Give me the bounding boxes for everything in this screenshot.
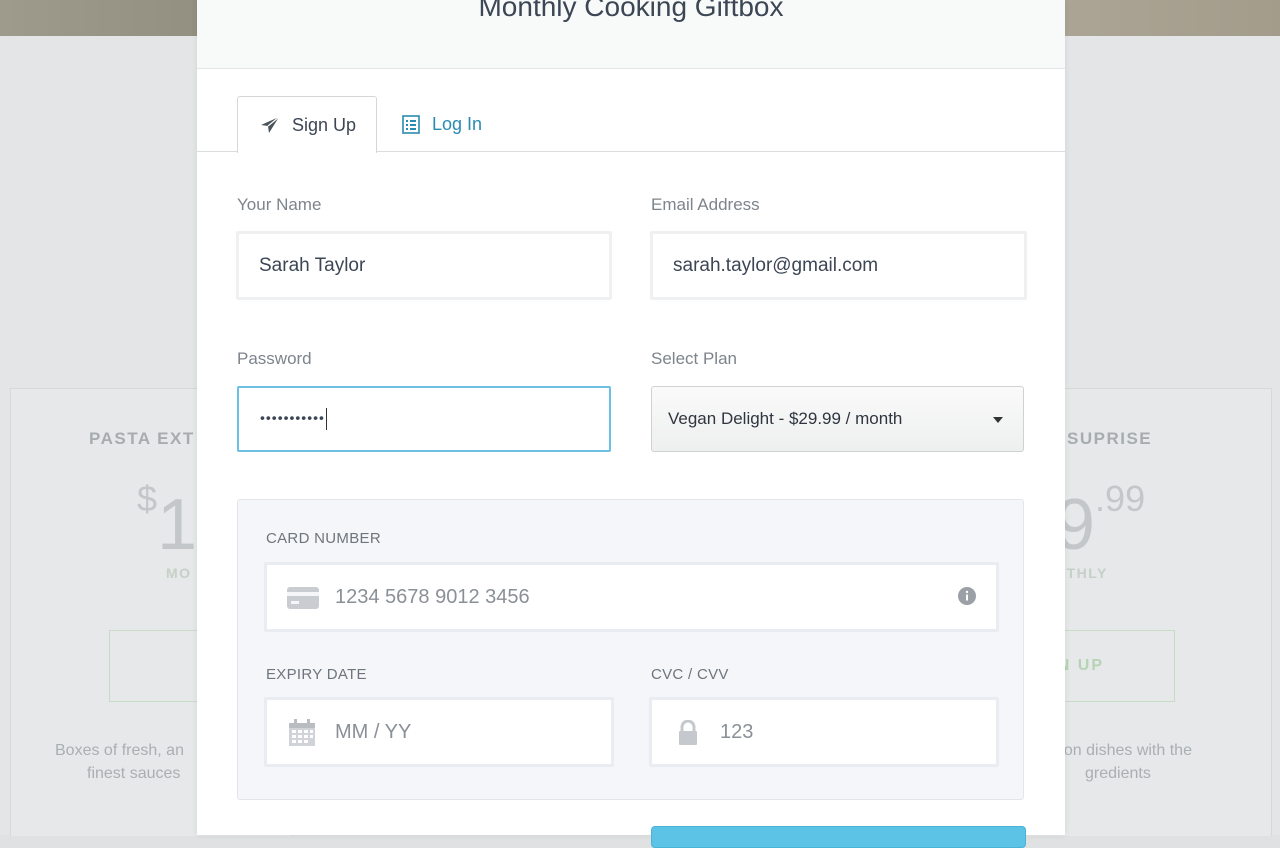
signup-modal: Monthly Cooking Giftbox Sign Up Log In Y…	[197, 0, 1065, 848]
password-label: Password	[237, 349, 312, 368]
pricing-card-description: Boxes of fresh, an finest sauces	[55, 739, 184, 785]
description-line: Boxes of fresh, an	[55, 742, 184, 759]
card-number-label: CARD NUMBER	[266, 530, 381, 547]
tab-label: Sign Up	[292, 114, 357, 135]
chevron-down-icon	[993, 417, 1003, 423]
description-line: finest sauces	[87, 765, 181, 782]
expiry-placeholder: MM / YY	[335, 721, 412, 743]
name-label: Your Name	[237, 195, 322, 214]
info-icon[interactable]	[958, 587, 976, 610]
credit-card-icon	[287, 587, 319, 614]
pricing-card-title: PASTA EXT	[89, 429, 195, 448]
description-line: gredients	[1085, 765, 1151, 782]
card-number-placeholder: 1234 5678 9012 3456	[335, 586, 530, 608]
paper-plane-icon	[260, 116, 280, 134]
plan-selected-value: Vegan Delight - $29.99 / month	[668, 409, 903, 428]
cvc-label: CVC / CVV	[651, 666, 729, 683]
price-cents: .99	[1095, 478, 1146, 519]
description-line: lmon dishes with the	[1047, 742, 1192, 759]
list-icon	[402, 114, 420, 134]
tab-sign-up[interactable]: Sign Up	[237, 96, 377, 153]
calendar-icon	[288, 719, 316, 752]
modal-header: Monthly Cooking Giftbox	[197, 0, 1065, 69]
password-masked-value: •••••••••••	[260, 408, 327, 430]
name-input[interactable]	[236, 231, 612, 300]
pricing-card-price: 9.99	[1055, 478, 1145, 566]
pricing-card-description: lmon dishes with the gredients	[1047, 739, 1192, 785]
expiry-label: EXPIRY DATE	[266, 666, 367, 683]
submit-button[interactable]	[651, 826, 1026, 848]
card-number-input[interactable]: 1234 5678 9012 3456	[264, 562, 999, 632]
tab-log-in[interactable]: Log In	[402, 96, 482, 152]
pricing-card-period: MO	[166, 565, 192, 581]
email-label: Email Address	[651, 195, 760, 214]
cvc-input[interactable]: 123	[649, 697, 999, 767]
pricing-card-title: SUPRISE	[1067, 429, 1153, 448]
lock-icon	[678, 719, 698, 751]
modal-title: Monthly Cooking Giftbox	[478, 0, 784, 22]
plan-label: Select Plan	[651, 349, 737, 368]
price-currency: $	[137, 478, 158, 519]
plan-select[interactable]: Vegan Delight - $29.99 / month	[651, 386, 1024, 452]
cvc-placeholder: 123	[720, 721, 754, 743]
expiry-input[interactable]: MM / YY	[264, 697, 614, 767]
email-input[interactable]	[650, 231, 1027, 300]
tab-label: Log In	[432, 113, 483, 134]
payment-panel: CARD NUMBER 1234 5678 9012 3456 EXPIRY D…	[237, 499, 1024, 800]
